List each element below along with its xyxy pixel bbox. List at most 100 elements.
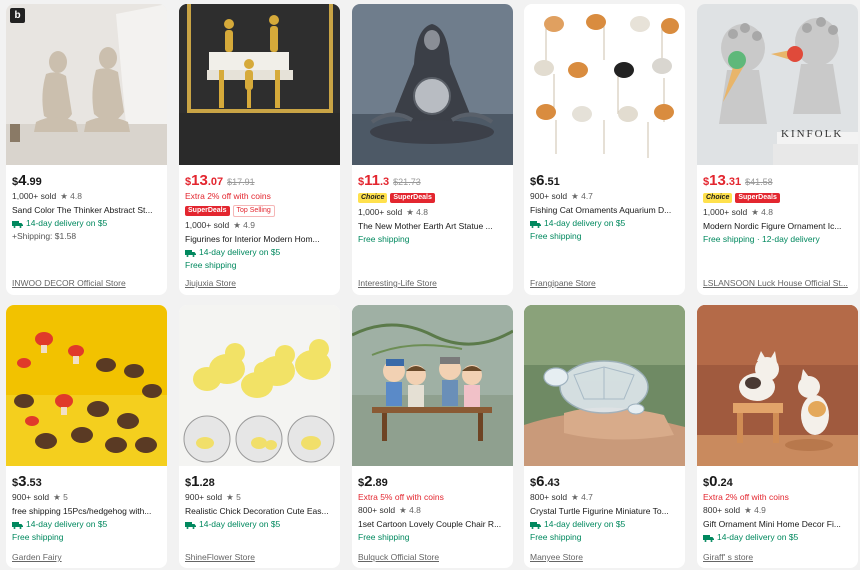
product-image[interactable] xyxy=(352,305,513,466)
badges: Choice SuperDeals xyxy=(703,190,855,206)
price: $4.99 xyxy=(12,172,42,189)
store-link[interactable]: ShineFlower Store xyxy=(185,552,255,562)
truck-icon xyxy=(530,220,541,228)
product-title[interactable]: Fishing Cat Ornaments Aquarium D... xyxy=(530,203,682,217)
store-link[interactable]: INWOO DECOR Official Store xyxy=(12,278,126,288)
delivery-info: 14-day delivery on $5 xyxy=(185,246,337,259)
delivery-info: 14-day delivery on $5 xyxy=(12,217,164,230)
product-card[interactable]: $6.43 800+ sold ★ 4.7 Crystal Turtle Figu… xyxy=(524,305,685,568)
badges: SuperDeals Top Selling xyxy=(185,203,337,219)
store-link[interactable]: Bulquck Official Store xyxy=(358,552,439,562)
price: $1.28 xyxy=(185,473,215,490)
rating: ★ 4.7 xyxy=(571,191,593,201)
product-card[interactable]: $6.51 900+ sold ★ 4.7 Fishing Cat Ornamen… xyxy=(524,4,685,295)
product-card[interactable]: $3.53 900+ sold ★ 5 free shipping 15Pcs/h… xyxy=(6,305,167,568)
product-image[interactable] xyxy=(697,305,858,466)
original-price: $21.73 xyxy=(393,177,421,187)
rating: ★ 4.8 xyxy=(406,207,429,217)
product-card[interactable]: $13.07 $17.91 Extra 2% off with coins Sup… xyxy=(179,4,340,295)
sold-rating: 1,000+ sold ★ 4.8 xyxy=(12,191,83,201)
rating: ★ 4.8 xyxy=(751,207,774,217)
product-image[interactable] xyxy=(352,4,513,165)
price: $13.31 $41.58 xyxy=(703,172,773,189)
coin-promo: Extra 2% off with coins xyxy=(185,191,271,201)
store-link[interactable]: LSLANSOON Luck House Official St... xyxy=(703,278,848,288)
price: $3.53 xyxy=(12,473,42,490)
truck-icon xyxy=(185,249,196,257)
store-link[interactable]: Giraff' s store xyxy=(703,552,753,562)
rating: ★ 4.9 xyxy=(233,220,256,230)
product-image[interactable] xyxy=(524,4,685,165)
price: $11.3 $21.73 xyxy=(358,172,421,189)
sold-rating: 800+ sold ★ 4.8 xyxy=(358,505,421,515)
original-price: $41.58 xyxy=(745,177,773,187)
product-title[interactable]: Figurines for Interior Modern Hom... xyxy=(185,232,337,246)
product-grid: b $4.99 1,000+ sold ★ 4.8 Sand Color The … xyxy=(0,0,860,570)
delivery-info: 14-day delivery on $5 xyxy=(530,518,682,531)
product-card[interactable]: KINFOLK $13.31 $41.58 Choice SuperDeals 1,… xyxy=(697,4,858,295)
product-title[interactable]: Realistic Chick Decoration Cute Eas... xyxy=(185,504,337,518)
product-title[interactable]: Modern Nordic Figure Ornament Ic... xyxy=(703,219,855,233)
shipping-info: Free shipping xyxy=(358,234,410,244)
product-card[interactable]: $2.89 Extra 5% off with coins 800+ sold ★… xyxy=(352,305,513,568)
delivery-info: 14-day delivery on $5 xyxy=(12,518,164,531)
top-selling-badge: Top Selling xyxy=(232,205,275,217)
product-card[interactable]: b $4.99 1,000+ sold ★ 4.8 Sand Color The … xyxy=(6,4,167,295)
product-card[interactable]: $0.24 Extra 2% off with coins 800+ sold ★… xyxy=(697,305,858,568)
sold-rating: 900+ sold ★ 4.7 xyxy=(530,191,593,201)
shipping-info: +Shipping: $1.58 xyxy=(12,231,77,241)
delivery-info: 14-day delivery on $5 xyxy=(703,531,855,544)
superdeals-badge: SuperDeals xyxy=(390,193,435,203)
coin-promo: Extra 2% off with coins xyxy=(703,492,789,502)
product-image[interactable] xyxy=(179,305,340,466)
product-image[interactable]: b xyxy=(6,4,167,165)
price: $13.07 $17.91 xyxy=(185,172,255,189)
product-title[interactable]: free shipping 15Pcs/hedgehog with... xyxy=(12,504,164,518)
original-price: $17.91 xyxy=(227,177,255,187)
product-image[interactable]: KINFOLK xyxy=(697,4,858,165)
shipping-info: Free shipping xyxy=(530,231,582,241)
truck-icon xyxy=(12,220,23,228)
superdeals-badge: SuperDeals xyxy=(735,193,780,203)
store-link[interactable]: Manyee Store xyxy=(530,552,583,562)
rating: ★ 5 xyxy=(226,492,241,502)
truck-icon xyxy=(185,521,196,529)
sold-rating: 800+ sold ★ 4.9 xyxy=(703,505,766,515)
rating: ★ 5 xyxy=(53,492,68,502)
sold-rating: 1,000+ sold ★ 4.9 xyxy=(185,220,256,230)
price: $6.51 xyxy=(530,172,560,189)
book-spine-text: KINFOLK xyxy=(781,128,844,140)
shipping-info: Free shipping · 12-day delivery xyxy=(703,234,820,244)
sold-rating: 900+ sold ★ 5 xyxy=(12,492,68,502)
product-image[interactable] xyxy=(6,305,167,466)
rating: ★ 4.8 xyxy=(399,505,421,515)
shipping-info: Free shipping xyxy=(185,260,237,270)
truck-icon xyxy=(703,534,714,542)
truck-icon xyxy=(12,521,23,529)
delivery-info: 14-day delivery on $5 xyxy=(530,217,682,230)
store-link[interactable]: Jiujuxia Store xyxy=(185,278,236,288)
product-title[interactable]: Crystal Turtle Figurine Miniature To... xyxy=(530,504,682,518)
rating: ★ 4.8 xyxy=(60,191,83,201)
product-title[interactable]: 1set Cartoon Lovely Couple Chair R... xyxy=(358,517,510,531)
coin-promo: Extra 5% off with coins xyxy=(358,492,444,502)
choice-badge: Choice xyxy=(358,193,388,203)
product-card[interactable]: $1.28 900+ sold ★ 5 Realistic Chick Decor… xyxy=(179,305,340,568)
badges: Choice SuperDeals xyxy=(358,190,510,206)
store-link[interactable]: Frangipane Store xyxy=(530,278,596,288)
rating: ★ 4.9 xyxy=(744,505,766,515)
product-title[interactable]: Sand Color The Thinker Abstract St... xyxy=(12,203,164,217)
shipping-info: Free shipping xyxy=(12,532,64,542)
sold-rating: 1,000+ sold ★ 4.8 xyxy=(358,207,429,217)
product-image[interactable] xyxy=(524,305,685,466)
product-title[interactable]: The New Mother Earth Art Statue ... xyxy=(358,219,510,233)
shipping-info: Free shipping xyxy=(530,532,582,542)
product-image[interactable] xyxy=(179,4,340,165)
store-link[interactable]: Garden Fairy xyxy=(12,552,62,562)
price: $6.43 xyxy=(530,473,560,490)
sold-rating: 800+ sold ★ 4.7 xyxy=(530,492,593,502)
product-title[interactable]: Gift Ornament Mini Home Decor Fi... xyxy=(703,517,855,531)
choice-badge: Choice xyxy=(703,193,733,203)
store-link[interactable]: Interesting-Life Store xyxy=(358,278,437,288)
product-card[interactable]: $11.3 $21.73 Choice SuperDeals 1,000+ sold… xyxy=(352,4,513,295)
